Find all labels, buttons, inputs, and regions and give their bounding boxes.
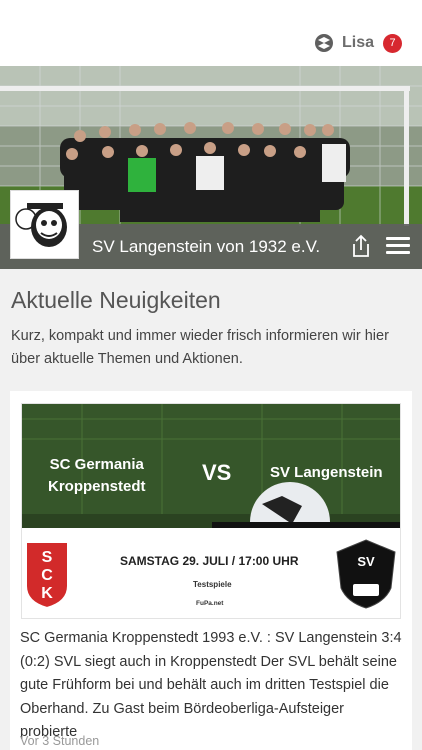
top-bar: Lisa 7 <box>0 0 422 66</box>
news-heading: Aktuelle Neuigkeiten <box>11 287 221 313</box>
home-team-line1: SC Germania <box>49 456 144 473</box>
club-logo <box>10 190 79 259</box>
hamburger-menu-icon[interactable] <box>386 237 410 255</box>
article-timestamp: Vor 3 Stunden <box>20 734 100 748</box>
svg-text:C: C <box>41 567 53 584</box>
menu-line <box>386 251 410 254</box>
user-menu[interactable]: Lisa 7 <box>314 33 402 53</box>
svg-text:K: K <box>41 585 53 602</box>
svg-text:S: S <box>42 549 53 566</box>
match-date: SAMSTAG 29. JULI / 17:00 UHR <box>120 554 299 568</box>
club-name: SV Langenstein von 1932 e.V. <box>92 237 321 256</box>
sck-logo: S C K <box>25 541 69 610</box>
app-logo-icon <box>314 34 333 52</box>
home-team-name: SC Germania Kroppenstedt <box>48 454 146 498</box>
svg-text:SV: SV <box>357 554 375 569</box>
menu-line <box>386 237 410 240</box>
svl-crest-icon: SV <box>336 539 396 609</box>
hero-section: SV Langenstein von 1932 e.V. <box>0 66 422 269</box>
club-crest-icon <box>15 203 67 247</box>
news-card[interactable]: SC Germania Kroppenstedt VS SV Langenste… <box>10 391 412 750</box>
user-name[interactable]: Lisa <box>342 34 374 52</box>
share-icon[interactable] <box>350 234 372 258</box>
away-team-name: SV Langenstein <box>270 464 383 481</box>
versus-label: VS <box>202 460 232 485</box>
article-banner[interactable]: SC Germania Kroppenstedt VS SV Langenste… <box>21 403 401 619</box>
news-subtitle: Kurz, kompakt und immer wieder frisch in… <box>11 328 389 367</box>
banner-source: FuPa.net <box>196 600 224 607</box>
match-type: Testspiele <box>193 580 232 589</box>
notification-badge[interactable]: 7 <box>383 33 402 53</box>
home-team-line2: Kroppenstedt <box>48 478 146 495</box>
menu-line <box>386 244 410 247</box>
article-excerpt: SC Germania Kroppenstedt 1993 e.V. : SV … <box>20 630 402 740</box>
